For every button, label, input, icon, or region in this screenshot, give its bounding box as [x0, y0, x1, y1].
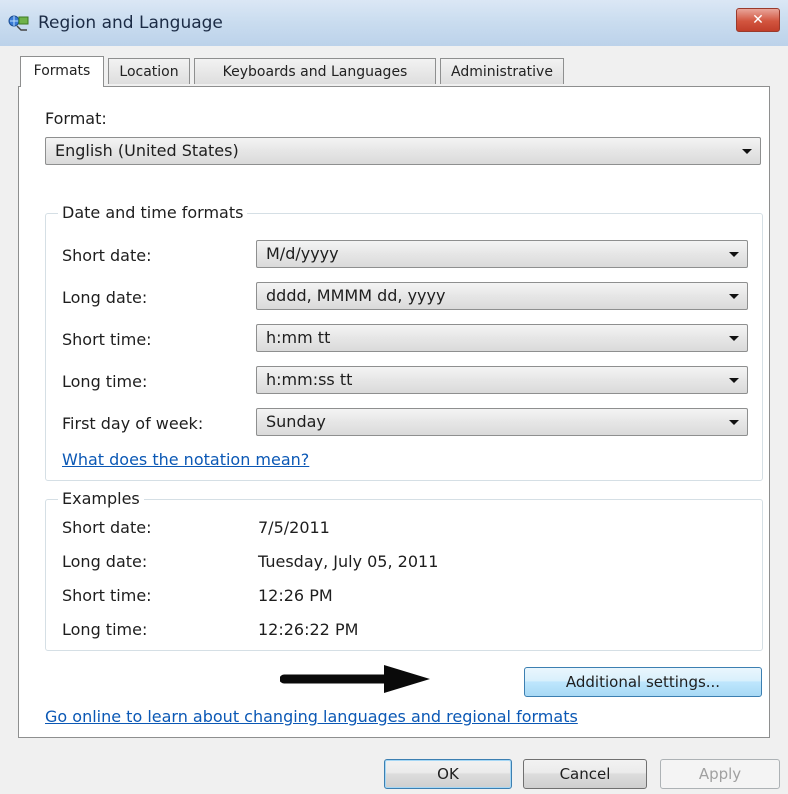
long-time-label: Long time:	[62, 372, 148, 391]
short-date-dropdown[interactable]: M/d/yyyy	[256, 240, 748, 268]
example-short-time-label: Short time:	[62, 586, 152, 605]
chevron-down-icon	[742, 149, 752, 154]
tab-administrative[interactable]: Administrative	[440, 58, 564, 84]
short-date-value: M/d/yyyy	[266, 244, 339, 263]
tab-keyboards-and-languages[interactable]: Keyboards and Languages	[194, 58, 436, 84]
long-date-dropdown[interactable]: dddd, MMMM dd, yyyy	[256, 282, 748, 310]
window-title: Region and Language	[38, 13, 223, 33]
title-bar: Region and Language ✕	[0, 0, 788, 46]
first-day-of-week-label: First day of week:	[62, 414, 204, 433]
long-time-value: h:mm:ss tt	[266, 370, 353, 389]
first-day-of-week-value: Sunday	[266, 412, 326, 431]
example-long-time-label: Long time:	[62, 620, 148, 639]
short-time-label: Short time:	[62, 330, 152, 349]
short-date-label: Short date:	[62, 246, 152, 265]
apply-button[interactable]: Apply	[660, 759, 780, 789]
formats-panel: Format: English (United States) Date and…	[18, 86, 770, 738]
region-language-dialog: Region and Language ✕ Formats Location K…	[0, 0, 788, 794]
example-short-date-label: Short date:	[62, 518, 152, 537]
long-time-dropdown[interactable]: h:mm:ss tt	[256, 366, 748, 394]
examples-group: Examples Short date: 7/5/2011 Long date:…	[45, 489, 763, 651]
short-time-dropdown[interactable]: h:mm tt	[256, 324, 748, 352]
chevron-down-icon	[729, 252, 739, 257]
chevron-down-icon	[729, 336, 739, 341]
date-time-formats-title: Date and time formats	[58, 203, 248, 222]
long-date-value: dddd, MMMM dd, yyyy	[266, 286, 446, 305]
first-day-of-week-dropdown[interactable]: Sunday	[256, 408, 748, 436]
additional-settings-button[interactable]: Additional settings...	[524, 667, 762, 697]
example-long-date-value: Tuesday, July 05, 2011	[258, 552, 439, 571]
example-short-date-value: 7/5/2011	[258, 518, 330, 537]
example-short-time-value: 12:26 PM	[258, 586, 333, 605]
cancel-button[interactable]: Cancel	[523, 759, 647, 789]
tab-location[interactable]: Location	[108, 58, 190, 84]
ok-button[interactable]: OK	[384, 759, 512, 789]
format-label: Format:	[45, 109, 107, 128]
date-time-formats-group: Date and time formats Short date: M/d/yy…	[45, 203, 763, 481]
example-long-time-value: 12:26:22 PM	[258, 620, 359, 639]
short-time-value: h:mm tt	[266, 328, 331, 347]
tab-formats[interactable]: Formats	[20, 56, 104, 87]
example-long-date-label: Long date:	[62, 552, 148, 571]
chevron-down-icon	[729, 294, 739, 299]
online-help-link[interactable]: Go online to learn about changing langua…	[45, 707, 578, 726]
long-date-label: Long date:	[62, 288, 148, 307]
chevron-down-icon	[729, 378, 739, 383]
examples-title: Examples	[58, 489, 144, 508]
chevron-down-icon	[729, 420, 739, 425]
notation-help-link[interactable]: What does the notation mean?	[62, 450, 309, 469]
globe-network-icon	[8, 15, 29, 31]
close-icon: ✕	[752, 12, 764, 28]
format-value: English (United States)	[55, 141, 239, 160]
arrow-right-icon	[280, 665, 430, 693]
format-dropdown[interactable]: English (United States)	[45, 137, 761, 165]
close-button[interactable]: ✕	[736, 8, 780, 32]
